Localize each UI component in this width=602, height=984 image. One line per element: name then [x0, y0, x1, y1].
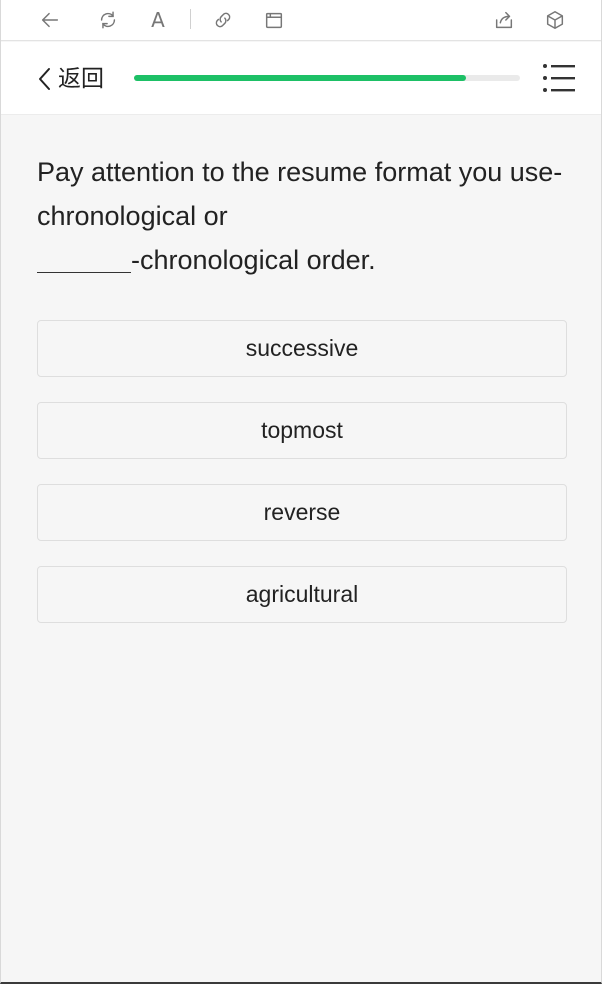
question-suffix: -chronological order.: [131, 245, 376, 275]
back-button[interactable]: 返回: [35, 64, 104, 94]
menu-list-button[interactable]: [541, 62, 577, 94]
list-menu-icon: [543, 64, 575, 92]
font-size-icon[interactable]: A: [145, 7, 171, 33]
share-icon[interactable]: [491, 7, 517, 33]
option-button[interactable]: reverse: [37, 484, 567, 541]
progress-bar: [134, 75, 520, 81]
question-text: Pay attention to the resume format you u…: [37, 150, 567, 282]
link-icon[interactable]: [210, 7, 236, 33]
window-icon[interactable]: [261, 7, 287, 33]
option-button[interactable]: topmost: [37, 402, 567, 459]
answer-options: successive topmost reverse agricultural: [37, 320, 567, 648]
font-size-glyph: A: [151, 8, 165, 32]
option-label: reverse: [263, 499, 341, 525]
option-label: topmost: [261, 417, 343, 443]
chevron-left-icon: [39, 68, 50, 90]
browser-toolbar: A: [1, 0, 601, 41]
back-arrow-icon[interactable]: [37, 7, 63, 33]
option-label: successive: [245, 335, 359, 361]
question-line: Pay attention to the resume format you u…: [37, 157, 563, 231]
app-frame: A 返回 Pay attention to the resume format …: [0, 0, 602, 984]
refresh-icon[interactable]: [95, 7, 121, 33]
option-button[interactable]: successive: [37, 320, 567, 377]
progress-fill: [134, 75, 466, 81]
toolbar-separator: [190, 9, 191, 29]
app-header: 返回: [1, 42, 601, 115]
answer-blank: [37, 241, 131, 273]
option-button[interactable]: agricultural: [37, 566, 567, 623]
cube-icon[interactable]: [542, 7, 568, 33]
option-label: agricultural: [245, 581, 359, 607]
back-label: 返回: [58, 66, 104, 92]
